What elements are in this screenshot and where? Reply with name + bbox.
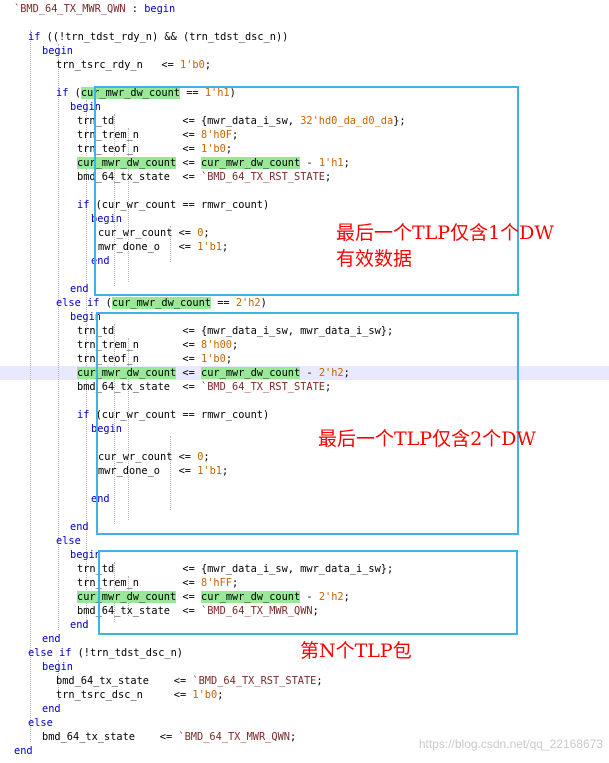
code-macro: `BMD_64_TX_MWR_QWN xyxy=(14,3,126,15)
annotation-box-nth-tlp xyxy=(98,550,518,635)
code-keyword: if xyxy=(77,199,90,211)
watermark: https://blog.csdn.net/qq_22168673 xyxy=(418,737,603,751)
code-line[interactable]: bmd_64_tx_state <= `BMD_64_TX_RST_STATE; xyxy=(56,674,323,688)
code-text: ; xyxy=(204,59,212,71)
annotation-note-last-tlp-1dw: 最后一个TLP仅含1个DW 有效数据 xyxy=(336,222,554,270)
code-line[interactable]: else xyxy=(28,716,53,730)
code-text: bmd_64_tx_state <= xyxy=(42,731,179,743)
code-text: trn_tsrc_rdy_n <= xyxy=(56,59,180,71)
code-text: bmd_64_tx_state <= xyxy=(56,675,193,687)
code-keyword: else xyxy=(56,535,81,547)
code-keyword: begin xyxy=(144,3,176,15)
code-line[interactable]: end xyxy=(42,702,61,716)
code-number: 2'h2 xyxy=(235,297,261,309)
code-macro: `BMD_64_TX_MWR_QWN xyxy=(178,731,290,743)
indent-guide xyxy=(30,30,31,742)
annotation-note-last-tlp-2dw: 最后一个TLP仅含2个DW xyxy=(318,428,536,450)
code-text: : xyxy=(125,3,145,15)
code-keyword: begin xyxy=(42,45,73,57)
code-keyword: else xyxy=(28,717,53,729)
code-keyword: end xyxy=(42,703,61,715)
code-text: trn_tsrc_dsc_n <= xyxy=(56,689,193,701)
code-line[interactable]: end xyxy=(42,632,61,646)
code-text: ; xyxy=(316,675,323,687)
code-number: 1'b0 xyxy=(180,59,205,71)
code-line[interactable]: else if (!trn_tdst_dsc_n) xyxy=(28,646,183,660)
code-keyword: end xyxy=(42,633,61,645)
code-text: ; xyxy=(289,731,297,743)
code-keyword: end xyxy=(70,521,89,533)
code-line[interactable]: begin xyxy=(70,548,101,562)
code-line[interactable]: end xyxy=(70,520,89,534)
code-line[interactable]: bmd_64_tx_state <= `BMD_64_TX_MWR_QWN; xyxy=(42,730,296,744)
code-editor[interactable]: `BMD_64_TX_MWR_QWN : begin if ((!trn_tdst… xyxy=(0,0,609,763)
code-keyword: if xyxy=(28,31,41,43)
code-line[interactable]: if ((!trn_tdst_rdy_n) && (trn_tdst_dsc_n… xyxy=(28,30,288,44)
code-text: ( xyxy=(68,87,81,99)
code-number: 1'b0 xyxy=(192,689,218,701)
code-line[interactable]: `BMD_64_TX_MWR_QWN : begin xyxy=(14,2,175,16)
code-line[interactable]: end xyxy=(14,744,33,758)
code-keyword: end xyxy=(70,619,89,631)
code-line[interactable]: begin xyxy=(42,660,73,674)
code-keyword: end xyxy=(70,283,89,295)
code-text: ((!trn_tdst_rdy_n) && (trn_tdst_dsc_n)) xyxy=(40,31,289,43)
code-line[interactable]: end xyxy=(70,618,89,632)
code-keyword: if xyxy=(56,87,69,99)
code-line[interactable]: trn_tsrc_dsc_n <= 1'b0; xyxy=(56,688,223,702)
code-keyword: else if xyxy=(28,647,72,659)
code-text: ( xyxy=(99,297,112,309)
code-line[interactable]: else xyxy=(56,534,81,548)
code-highlighted-identifier: cur_mwr_dw_count xyxy=(111,297,212,309)
code-text: (!trn_tdst_dsc_n) xyxy=(71,647,183,659)
annotation-box-last-tlp-2dw xyxy=(96,312,519,535)
code-text: ; xyxy=(217,689,224,701)
code-line[interactable]: end xyxy=(70,282,89,296)
code-keyword: if xyxy=(77,409,90,421)
code-text: ) xyxy=(260,297,267,309)
code-line[interactable]: else if (cur_mwr_dw_count == 2'h2) xyxy=(56,296,267,310)
code-keyword: begin xyxy=(42,661,73,673)
code-keyword: end xyxy=(14,745,33,757)
code-macro: `BMD_64_TX_RST_STATE xyxy=(192,675,317,687)
code-keyword: else if xyxy=(56,297,100,309)
code-keyword: begin xyxy=(70,549,101,561)
code-line[interactable]: begin xyxy=(42,44,73,58)
code-line[interactable]: trn_tsrc_rdy_n <= 1'b0; xyxy=(56,58,211,72)
code-text: == xyxy=(211,297,236,309)
annotation-note-nth-tlp: 第N个TLP包 xyxy=(300,640,412,662)
